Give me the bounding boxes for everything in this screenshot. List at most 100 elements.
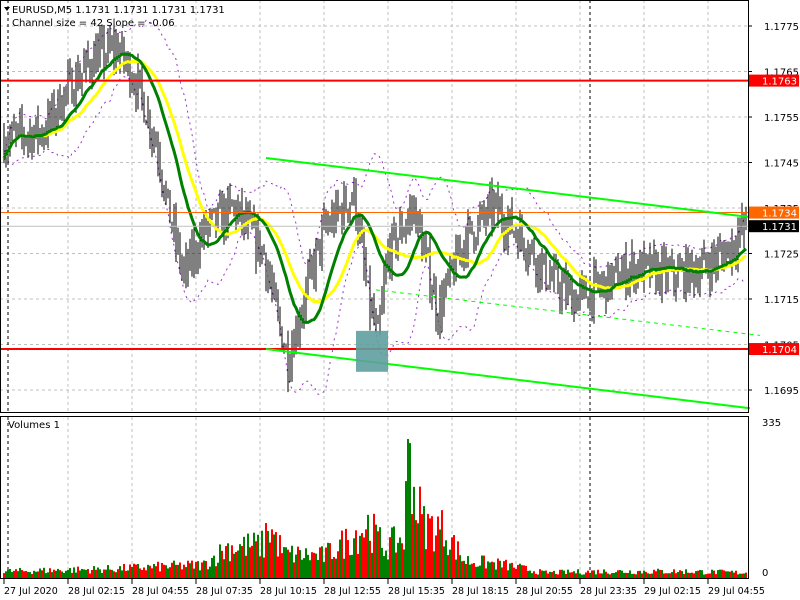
volume-bar [425,549,427,578]
price-tick-label: 1.1775 [764,22,799,33]
volume-bar [413,486,415,578]
volume-bar [175,564,177,578]
volume-bar [483,555,485,578]
volume-bar [113,571,115,578]
volume-bar [537,574,539,578]
volume-bar [225,546,227,578]
volume-bar [125,570,127,578]
volume-bar [309,560,311,578]
volume-bar [525,565,527,578]
volume-bar [701,570,703,578]
volume-bar [481,555,483,578]
volume-bar [97,567,99,578]
volume-bar [737,574,739,578]
volume-bar [29,572,31,578]
volume-bar [659,569,661,578]
volume-bar [583,574,585,578]
volume-bar [251,545,253,578]
volume-bar [149,565,151,578]
volume-bar [123,563,125,578]
volume-bar [743,573,745,578]
volume-bar [705,574,707,578]
volume-bar [577,569,579,578]
volume-bar [155,566,157,578]
volume-bar [201,562,203,578]
volume-bar [569,572,571,578]
volume-bar [419,486,421,578]
volume-bar [285,547,287,578]
price-tick-label: 1.1745 [764,159,799,170]
time-tick-label: 28 Jul 18:15 [452,586,509,597]
volume-bar [653,569,655,578]
volume-bar [421,514,423,578]
volume-bar [119,566,121,578]
volume-bar [73,567,75,578]
volume-bar [61,571,63,578]
volume-bar [627,572,629,578]
volume-bar [209,566,211,578]
volume-bar [229,561,231,578]
volume-bar [707,573,709,578]
volume-bar [245,555,247,578]
volume-bar [35,571,37,578]
time-tick-label: 28 Jul 02:15 [68,586,125,597]
volume-bar [579,573,581,578]
volume-bar [429,518,431,578]
collapse-triangle-icon[interactable] [4,7,10,11]
volume-bar [423,506,425,578]
volume-bar [597,569,599,578]
volume-bar [671,572,673,578]
volume-bar [337,551,339,578]
volume-bar [3,573,5,578]
volume-bar [677,571,679,578]
volume-bar [557,574,559,578]
volume-bar [235,551,237,578]
price-tick-label: 1.1695 [764,386,799,397]
volume-bar [555,574,557,578]
volume-bar [289,552,291,578]
volume-bar [527,570,529,578]
volume-bar [433,551,435,578]
volume-bar [515,568,517,578]
volume-bar [595,574,597,578]
volume-bar [443,546,445,578]
volume-bar [405,481,407,578]
volume-bar [351,554,353,578]
volume-bar [499,560,501,578]
volume-bar [243,536,245,578]
volume-bar [131,566,133,578]
volume-bar [53,569,55,578]
volume-bar [697,570,699,578]
volume-bar [141,569,143,578]
volume-bar [673,569,675,578]
volume-bar [191,560,193,578]
volume-bar [459,555,461,578]
volume-bar [723,570,725,578]
channel-info: Channel size = 42 Slope = -0.06 [12,18,175,29]
volume-bar [391,527,393,578]
volume-bar [611,573,613,578]
volume-bar [439,529,441,578]
volume-bar [107,565,109,578]
volume-bar [75,572,77,578]
volume-bar [623,572,625,578]
volume-bar [277,556,279,578]
volume-bar [397,542,399,578]
volume-bar [233,553,235,578]
volume-bar [287,549,289,578]
volume-bar [185,567,187,578]
volume-bar [719,569,721,578]
volume-bar [445,540,447,578]
volume-bar [359,535,361,578]
volume-bar [473,563,475,578]
volume-bar [121,570,123,578]
volume-bar [183,564,185,578]
volume-bar [269,542,271,578]
volume-bar [363,537,365,578]
volume-bar [347,540,349,578]
price-chart[interactable]: 1.17751.17651.17551.17451.17351.17251.17… [0,0,800,600]
volume-bar [105,569,107,578]
volume-bar [651,573,653,578]
volume-bar [437,516,439,578]
volume-bar [161,562,163,578]
